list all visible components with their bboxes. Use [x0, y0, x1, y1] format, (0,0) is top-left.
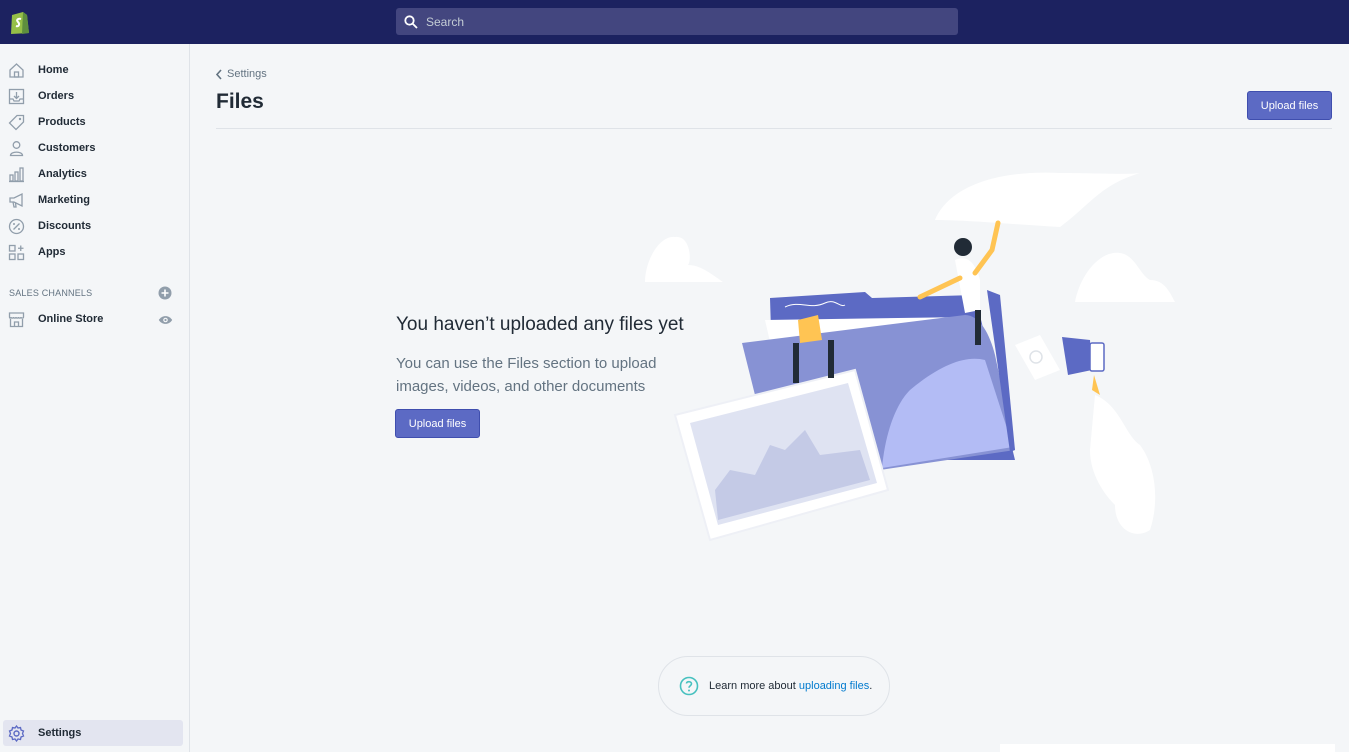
help-text-prefix: Learn more about — [709, 680, 799, 692]
add-sales-channel-icon[interactable] — [158, 286, 172, 300]
discount-icon — [8, 218, 25, 235]
sidebar-item-products[interactable]: Products — [0, 110, 190, 134]
top-bar: Search — [0, 0, 1349, 44]
sidebar-item-label: Online Store — [38, 313, 104, 325]
sidebar-item-analytics[interactable]: Analytics — [0, 162, 190, 186]
sales-channels-heading: SALES CHANNELS — [9, 288, 93, 298]
sidebar-item-orders[interactable]: Orders — [0, 84, 190, 108]
breadcrumb-label: Settings — [227, 68, 267, 80]
search-icon — [404, 14, 418, 29]
chevron-left-icon — [215, 68, 222, 80]
sidebar-item-label: Orders — [38, 90, 75, 102]
shopify-logo-icon[interactable] — [8, 9, 30, 35]
sidebar-item-label: Customers — [38, 142, 96, 154]
sidebar-item-label: Apps — [38, 246, 66, 258]
empty-state-illustration — [645, 172, 1175, 542]
tag-icon — [8, 114, 25, 131]
upload-files-button[interactable]: Upload files — [395, 409, 480, 438]
search-placeholder: Search — [426, 14, 465, 29]
chart-icon — [9, 167, 24, 183]
sidebar-item-apps[interactable]: Apps — [0, 240, 190, 264]
sidebar-item-label: Products — [38, 116, 86, 128]
sidebar-item-label: Analytics — [38, 168, 87, 180]
person-icon — [9, 141, 24, 157]
sidebar-item-settings[interactable]: Settings — [3, 720, 183, 746]
upload-files-header-button[interactable]: Upload files — [1247, 91, 1332, 120]
sidebar-item-label: Settings — [38, 727, 82, 739]
home-icon — [9, 63, 24, 78]
sidebar-item-label: Home — [38, 64, 69, 76]
help-text: Learn more about uploading files. — [709, 680, 872, 692]
sidebar-item-label: Discounts — [38, 220, 92, 232]
sidebar-item-customers[interactable]: Customers — [0, 136, 190, 160]
eye-icon[interactable] — [158, 314, 173, 326]
sidebar: Home Orders Products Customers Analytics… — [0, 44, 190, 752]
page-title: Files — [216, 90, 264, 113]
apps-icon — [8, 244, 25, 261]
sidebar-item-label: Marketing — [38, 194, 90, 206]
sidebar-item-home[interactable]: Home — [0, 58, 190, 82]
search-bar[interactable]: Search — [396, 8, 958, 35]
megaphone-icon — [9, 192, 23, 208]
sidebar-item-discounts[interactable]: Discounts — [0, 214, 190, 238]
bottom-strip — [1000, 744, 1335, 752]
header-divider — [216, 128, 1332, 129]
question-circle-icon — [679, 676, 699, 696]
breadcrumb[interactable]: Settings — [215, 68, 267, 80]
uploading-files-link[interactable]: uploading files — [799, 680, 869, 692]
orders-icon — [8, 88, 25, 105]
help-text-suffix: . — [869, 680, 873, 692]
store-icon — [8, 312, 25, 328]
gear-icon — [8, 725, 25, 742]
help-footer: Learn more about uploading files. — [658, 656, 890, 716]
sidebar-item-marketing[interactable]: Marketing — [0, 188, 190, 212]
